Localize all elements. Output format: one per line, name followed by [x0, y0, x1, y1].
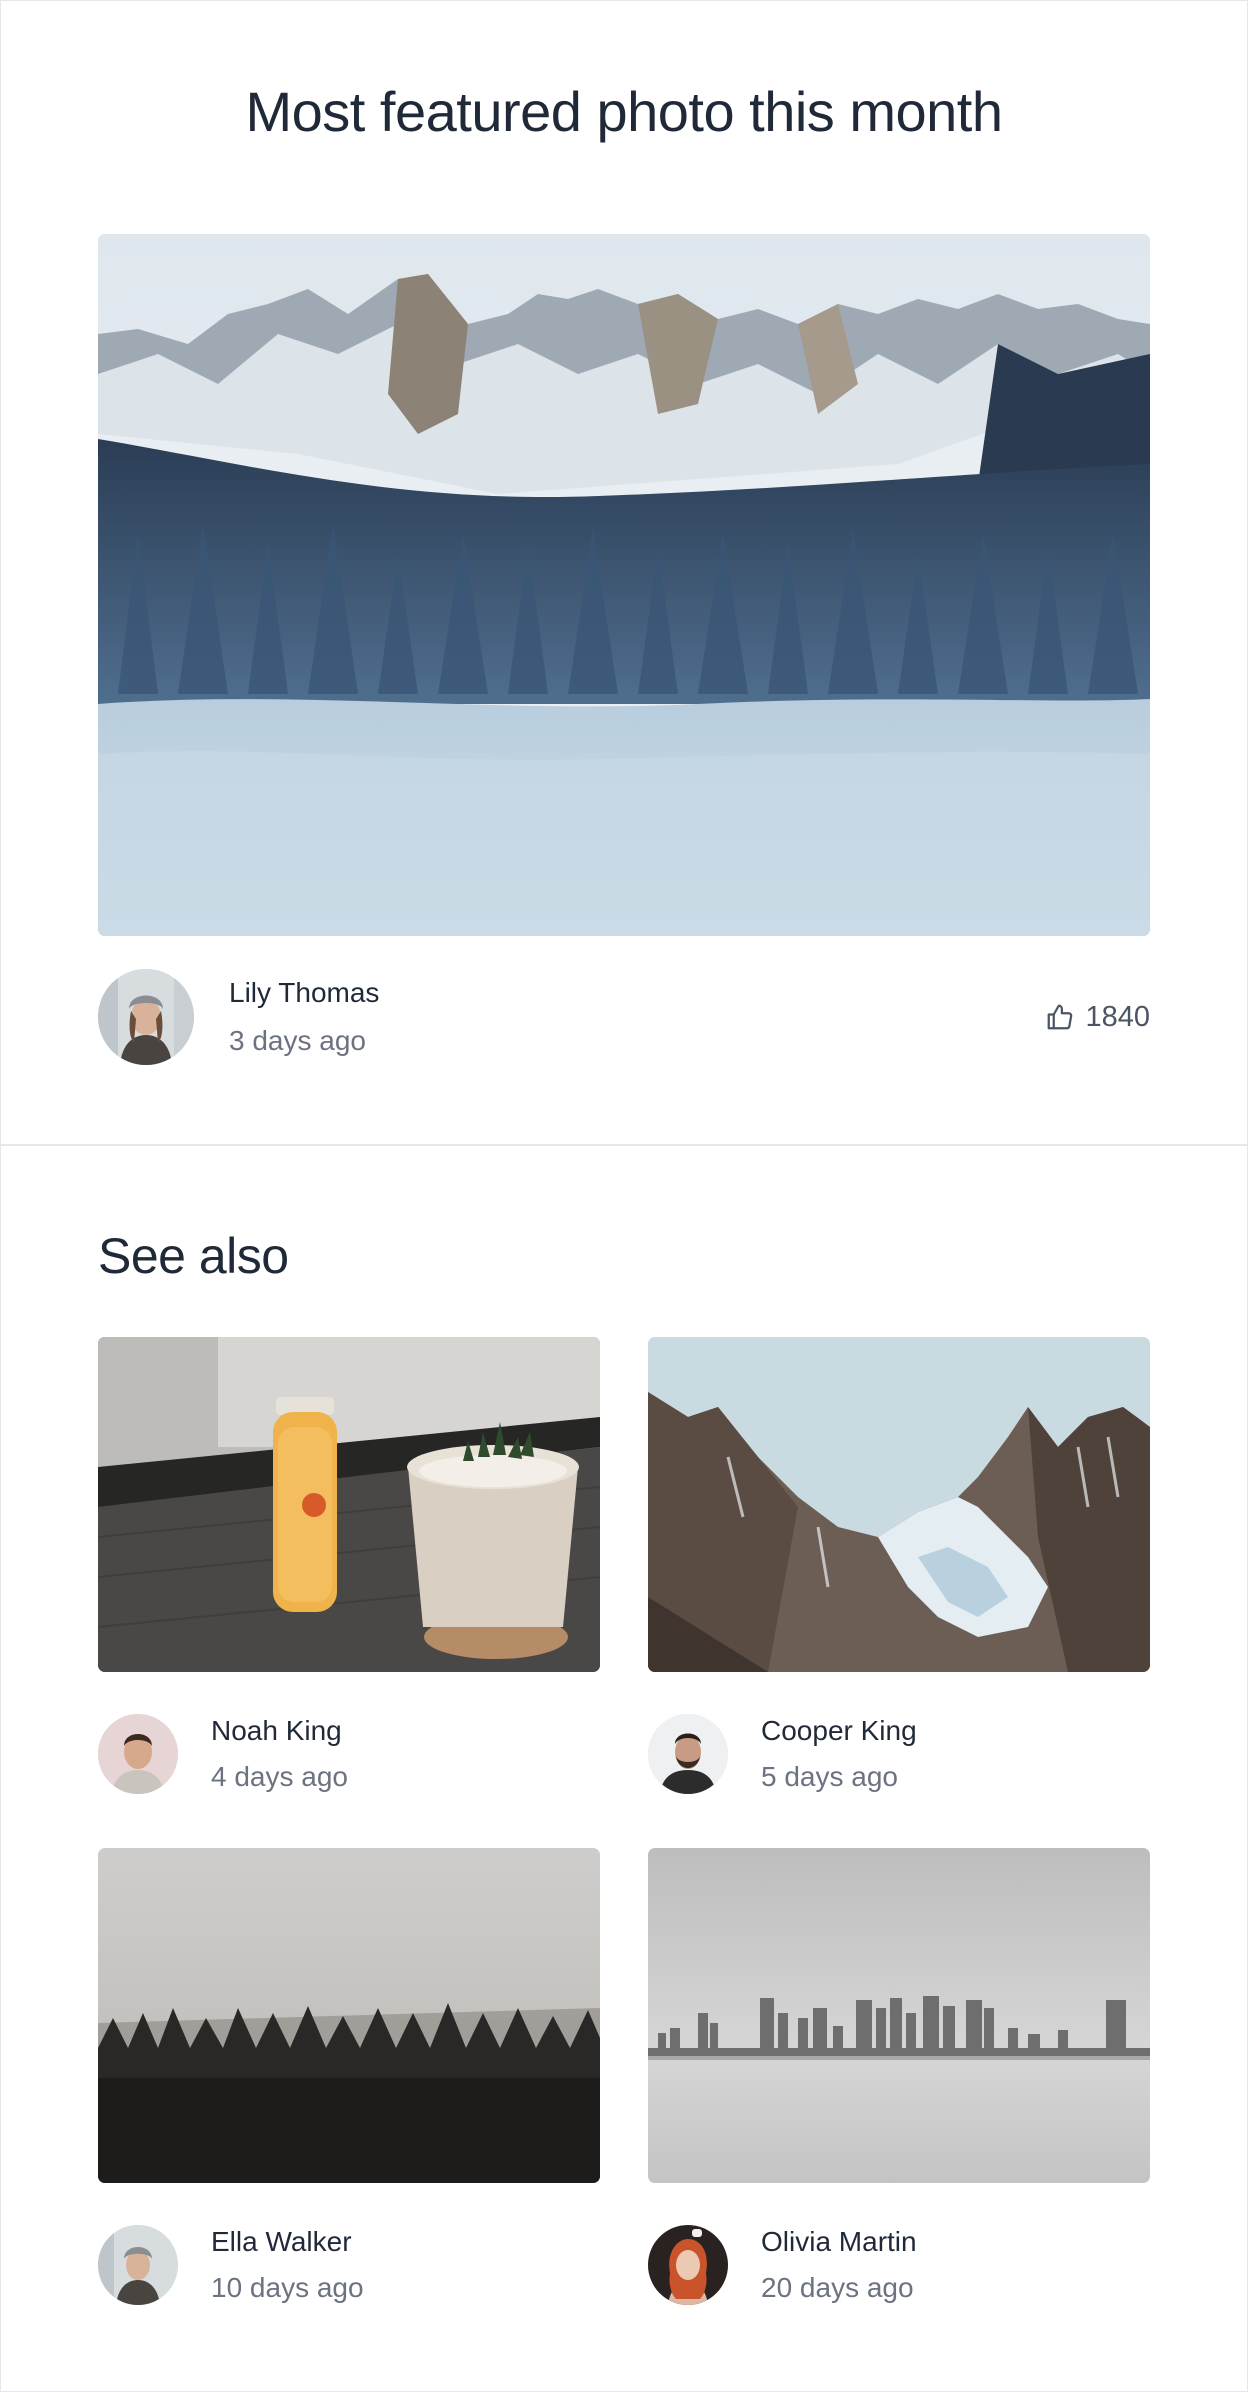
photo-card: Ella Walker 10 days ago	[98, 1848, 600, 2307]
card-author-row: Noah King 4 days ago	[98, 1712, 600, 1796]
rocky-mountain-peaks-photo	[648, 1337, 1150, 1672]
city-skyline-waterfront-photo	[648, 1848, 1150, 2183]
avatar-man-portrait	[98, 1714, 178, 1794]
author-time: 4 days ago	[211, 1761, 348, 1792]
avatar[interactable]	[98, 1714, 178, 1794]
see-also-title: See also	[98, 1228, 289, 1284]
card-author-row: Olivia Martin 20 days ago	[648, 2223, 1150, 2307]
card-author-row: Ella Walker 10 days ago	[98, 2223, 600, 2307]
avatar-woman-beanie	[98, 969, 194, 1065]
author-name[interactable]: Cooper King	[761, 1712, 917, 1750]
photo-card: Noah King 4 days ago	[98, 1337, 600, 1796]
avatar-woman-beanie	[98, 2225, 178, 2305]
featured-photo[interactable]	[98, 234, 1150, 936]
page: Most featured photo this month Lily Thom…	[0, 0, 1248, 2392]
snowy-mountain-forest-lake-photo	[98, 234, 1150, 936]
card-photo[interactable]	[98, 1337, 600, 1672]
author-time: 10 days ago	[211, 2272, 364, 2303]
juice-bottle-and-plant-photo	[98, 1337, 600, 1672]
avatar[interactable]	[648, 2225, 728, 2305]
avatar[interactable]	[98, 2225, 178, 2305]
author-time: 20 days ago	[761, 2272, 914, 2303]
avatar-woman-red-hair	[648, 2225, 728, 2305]
card-photo[interactable]	[648, 1337, 1150, 1672]
author-meta: Noah King 4 days ago	[211, 1712, 348, 1796]
card-author-row: Cooper King 5 days ago	[648, 1712, 1150, 1796]
avatar[interactable]	[98, 969, 194, 1065]
like-button[interactable]: 1840	[1045, 1001, 1150, 1034]
author-name[interactable]: Noah King	[211, 1712, 348, 1750]
card-photo[interactable]	[648, 1848, 1150, 2183]
card-photo[interactable]	[98, 1848, 600, 2183]
featured-author-row: Lily Thomas 3 days ago 1840	[98, 969, 1150, 1065]
featured-section: Most featured photo this month Lily Thom…	[1, 1, 1247, 1146]
foggy-forest-photo	[98, 1848, 600, 2183]
author-time: 5 days ago	[761, 1761, 898, 1792]
author-meta: Olivia Martin 20 days ago	[761, 2223, 917, 2307]
avatar[interactable]	[648, 1714, 728, 1794]
author-meta: Cooper King 5 days ago	[761, 1712, 917, 1796]
author-name[interactable]: Olivia Martin	[761, 2223, 917, 2261]
avatar-man-beard	[648, 1714, 728, 1794]
author-name[interactable]: Ella Walker	[211, 2223, 364, 2261]
photo-card: Olivia Martin 20 days ago	[648, 1848, 1150, 2307]
author-time: 3 days ago	[229, 1025, 366, 1056]
thumbs-up-icon	[1048, 1004, 1073, 1030]
author-name[interactable]: Lily Thomas	[229, 974, 379, 1012]
author-meta: Lily Thomas 3 days ago	[229, 974, 379, 1060]
author-meta: Ella Walker 10 days ago	[211, 2223, 364, 2307]
photo-card: Cooper King 5 days ago	[648, 1337, 1150, 1796]
featured-title: Most featured photo this month	[245, 80, 1004, 143]
like-count: 1840	[1085, 1000, 1150, 1033]
